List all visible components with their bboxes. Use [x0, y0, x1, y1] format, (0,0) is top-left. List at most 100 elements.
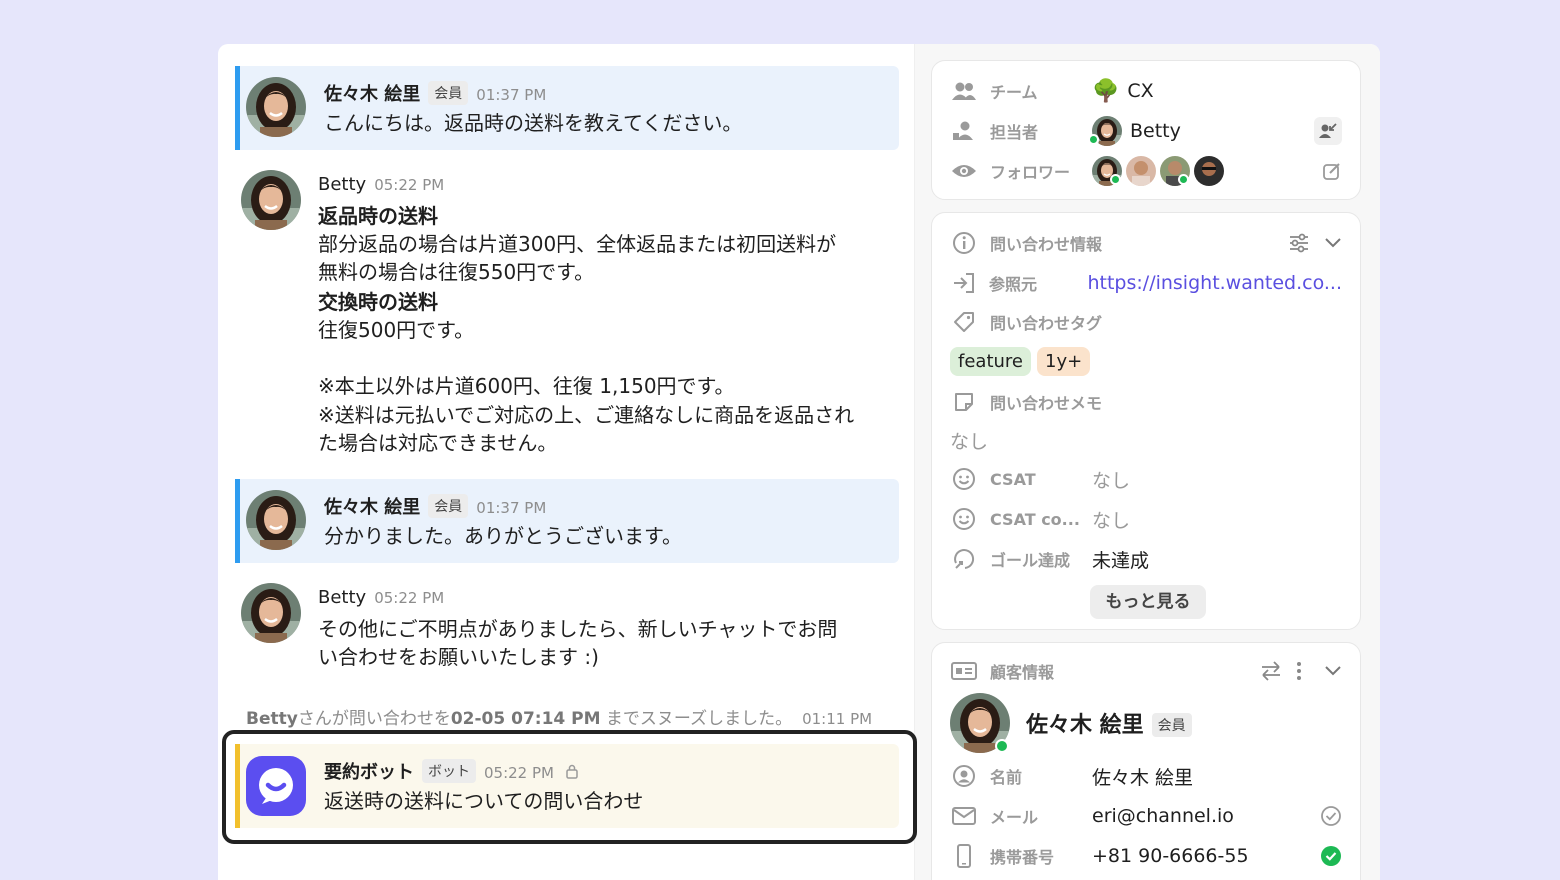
csat-comment-label: CSAT co...	[990, 509, 1080, 529]
email-row[interactable]: メール eri@channel.io	[950, 801, 1342, 831]
id-card-icon	[950, 657, 978, 685]
tag-chip[interactable]: 1y+	[1037, 347, 1091, 376]
name-value[interactable]: 佐々木 絵里	[1092, 763, 1193, 790]
bot-avatar[interactable]	[246, 756, 306, 816]
people-icon	[950, 77, 978, 105]
avatar[interactable]	[241, 583, 301, 643]
see-more-button[interactable]: もっと見る	[1090, 585, 1206, 619]
avatar[interactable]	[241, 170, 301, 230]
team-row[interactable]: チーム 🌳 CX	[950, 76, 1342, 106]
snooze-date: 02-05 07:14 PM	[450, 709, 601, 729]
phone-value[interactable]: +81 90-6666-55	[1092, 845, 1249, 867]
goal-value: 未達成	[1092, 549, 1150, 572]
tag-chip[interactable]: feature	[950, 347, 1031, 376]
phone-row[interactable]: 携帯番号 +81 90-6666-55	[950, 841, 1342, 871]
csat-row: CSAT なし	[950, 464, 1342, 494]
customer-title: 顧客情報	[990, 663, 1055, 682]
bot-badge: ボット	[422, 759, 476, 783]
message-line: ※本土以外は片道600円、往復 1,150円です。	[318, 374, 735, 398]
assignee-icon	[950, 117, 978, 145]
inquiry-header[interactable]: 問い合わせ情報	[950, 228, 1342, 258]
avatar[interactable]	[246, 77, 306, 137]
message-text: 分かりました。ありがとうございます。	[324, 524, 682, 548]
edit-icon	[1323, 163, 1340, 180]
referrer-row[interactable]: 参照元 https://insight.wanted.co...	[950, 268, 1342, 298]
info-icon	[950, 229, 978, 257]
chevron-down-icon[interactable]	[1324, 237, 1342, 249]
customer-name: 佐々木 絵里	[1026, 713, 1144, 738]
smile-icon	[950, 465, 978, 493]
message-text: 返送時の送料についての問い合わせ	[324, 789, 644, 813]
csat-value: なし	[1092, 469, 1131, 492]
message-time: 01:37 PM	[476, 86, 547, 104]
csat-label: CSAT	[990, 469, 1036, 489]
memo-label: 問い合わせメモ	[990, 394, 1103, 413]
avatar[interactable]	[246, 490, 306, 550]
message-text: こんにちは。返品時の送料を教えてください。	[324, 111, 743, 135]
chevron-down-icon[interactable]	[1324, 665, 1342, 677]
inquiry-title: 問い合わせ情報	[990, 235, 1103, 254]
sign-in-icon	[950, 269, 977, 297]
followers-row[interactable]: フォロワー	[950, 156, 1342, 186]
goal-label: ゴール達成	[990, 551, 1071, 570]
goal-icon	[950, 545, 978, 573]
note-icon	[950, 388, 978, 416]
check-circle-icon	[1321, 846, 1341, 866]
sender-name: Betty	[318, 587, 367, 608]
customer-heading: 佐々木 絵里 会員	[1026, 707, 1192, 739]
customer-message[interactable]: 佐々木 絵里 会員 01:37 PM 分かりました。ありがとうございます。	[235, 479, 899, 563]
customer-header[interactable]: 顧客情報	[950, 656, 1342, 686]
message-time: 05:22 PM	[374, 589, 445, 607]
message-line: 返品時の送料	[318, 204, 438, 228]
customer-avatar[interactable]	[950, 693, 1010, 753]
online-dot	[1178, 174, 1189, 185]
system-time: 01:11 PM	[802, 710, 873, 728]
follower-avatar[interactable]	[1194, 156, 1224, 186]
sender-name: Betty	[318, 174, 367, 195]
sender-name: 要約ボット	[324, 762, 414, 783]
referrer-label: 参照元	[989, 275, 1038, 294]
assignee-row[interactable]: 担当者 Betty	[950, 116, 1342, 146]
message-time: 01:37 PM	[476, 499, 547, 517]
referrer-link[interactable]: https://insight.wanted.co...	[1087, 272, 1342, 294]
online-dot	[1088, 134, 1099, 145]
message-line: その他にご不明点がありましたら、新しいチャットでお問	[318, 617, 838, 641]
email-value[interactable]: eri@channel.io	[1092, 805, 1234, 827]
memo-value[interactable]: なし	[950, 427, 988, 454]
more-vertical-icon[interactable]	[1296, 661, 1302, 681]
tag-icon	[950, 308, 978, 336]
message-line: い合わせをお願いいたします :)	[318, 645, 599, 669]
bot-message[interactable]: 要約ボット ボット 05:22 PM 返送時の送料についての問い合わせ	[235, 744, 899, 828]
assignment-card: チーム 🌳 CX 担当者 Betty フォロワー	[931, 60, 1361, 200]
memo-row[interactable]: 問い合わせメモ	[950, 387, 1342, 417]
followers-label: フォロワー	[990, 163, 1071, 182]
user-circle-icon	[950, 762, 978, 790]
chat-bubble-icon	[259, 768, 293, 804]
eye-icon	[950, 157, 978, 185]
system-actor: Betty	[246, 709, 298, 729]
goal-row: ゴール達成 未達成	[950, 544, 1342, 574]
tags-label: 問い合わせタグ	[990, 314, 1103, 333]
lock-icon	[566, 764, 578, 779]
person-arrow-icon	[1314, 117, 1342, 145]
team-label: チーム	[990, 83, 1038, 102]
edit-followers-button[interactable]	[1322, 161, 1342, 181]
customer-message[interactable]: 佐々木 絵里 会員 01:37 PM こんにちは。返品時の送料を教えてください。	[235, 66, 899, 150]
follower-avatar[interactable]	[1126, 156, 1156, 186]
message-line: 往復500円です。	[318, 318, 475, 342]
name-row[interactable]: 名前 佐々木 絵里	[950, 761, 1342, 791]
assignee-value[interactable]: Betty	[1088, 116, 1181, 146]
system-text: さんが問い合わせを	[297, 709, 451, 729]
name-label: 名前	[990, 768, 1023, 787]
team-value[interactable]: 🌳 CX	[1092, 79, 1154, 104]
assignee-label: 担当者	[990, 123, 1039, 142]
system-text-tail: までスヌーズしました。	[600, 709, 793, 729]
swap-icon[interactable]	[1260, 661, 1282, 681]
unassign-button[interactable]	[1314, 117, 1342, 145]
message-line: 交換時の送料	[318, 290, 438, 314]
member-badge: 会員	[1151, 713, 1192, 737]
tree-icon: 🌳	[1092, 78, 1120, 104]
csat-comment-row: CSAT co... なし	[950, 504, 1342, 534]
settings-sliders-icon[interactable]	[1288, 233, 1310, 253]
mail-icon	[950, 802, 978, 830]
